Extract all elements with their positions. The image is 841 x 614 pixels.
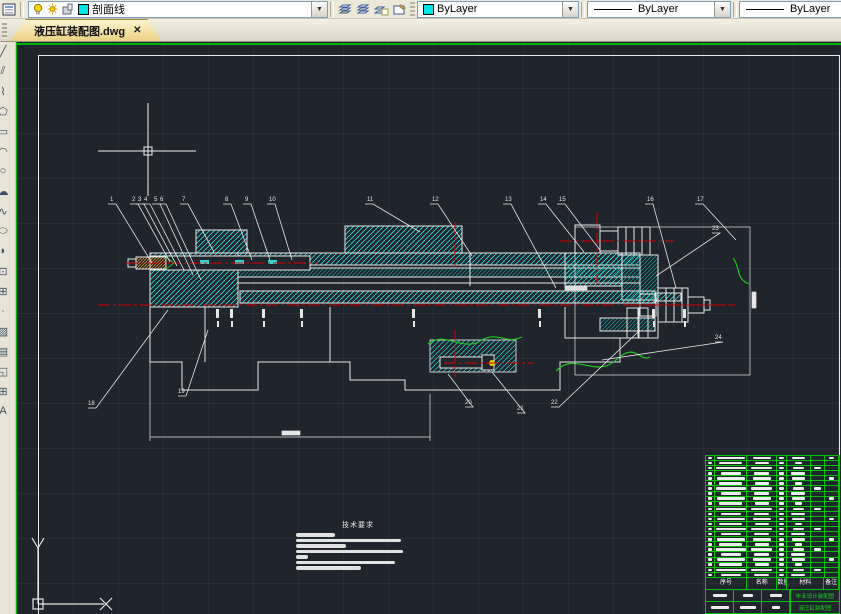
techreq-line (296, 566, 361, 570)
title-block-course: 毕业设计装配图 (791, 590, 839, 602)
title-block-drawing-title: 液压缸装配图 (791, 602, 839, 614)
techreq-line (296, 561, 395, 565)
lineweight-value: ByLayer (790, 3, 830, 15)
layer-name: 剖面线 (92, 1, 125, 17)
make-block-icon[interactable]: ⊞ (0, 281, 13, 301)
circle-icon[interactable]: ○ (0, 161, 13, 181)
layers-properties-toolbar: 剖面线 ▼ ByLayer ▼ ByLayer ▼ (0, 0, 841, 19)
spline-icon[interactable]: ∿ (0, 201, 13, 221)
parts-list-header: 序号名称数量材料备注 (706, 578, 839, 590)
gradient-icon[interactable]: ▤ (0, 341, 13, 361)
rectangle-icon[interactable]: ▭ (0, 121, 13, 141)
layer-settings-button[interactable] (390, 1, 408, 17)
layer-states-manager-button[interactable] (372, 1, 390, 17)
parts-list-header-cell: 备注 (824, 578, 839, 589)
draw-toolbar[interactable]: ╱⫽⌇⬠▭◠○☁∿⬭◗⊡⊞∙▨▤◱⊞A (0, 41, 16, 614)
layer-dropdown[interactable]: 剖面线 ▼ (28, 1, 328, 18)
technical-requirements-heading: 技术要求 (342, 520, 416, 530)
drawing-tab-bar: 液压缸装配图.dwg ✕ (0, 19, 841, 42)
tabbar-grip[interactable] (2, 23, 7, 39)
point-icon[interactable]: ∙ (0, 301, 13, 321)
layer-dropdown-arrow[interactable]: ▼ (311, 2, 327, 17)
sun-icon (47, 3, 58, 15)
layer-manager-icon (2, 3, 16, 16)
color-value: ByLayer (437, 3, 477, 15)
linetype-dropdown[interactable]: ByLayer ▼ (587, 1, 731, 18)
tab-label: 液压缸装配图.dwg (34, 23, 125, 39)
toolbar-separator (330, 2, 334, 17)
layer-color-swatch (78, 4, 89, 15)
toolbar-separator (20, 2, 24, 17)
linetype-value: ByLayer (638, 3, 678, 15)
make-object-layer-current-button[interactable] (336, 1, 354, 17)
linetype-sample (594, 9, 632, 10)
table-icon[interactable]: ⊞ (0, 381, 13, 401)
parts-list-table: 序号名称数量材料备注 毕业设计装配图 液压缸装配图 (705, 455, 840, 614)
mtext-icon[interactable]: A (0, 401, 13, 421)
lineweight-dropdown[interactable]: ByLayer (739, 1, 841, 18)
technical-requirements: 技术要求 (296, 520, 416, 572)
techreq-line (296, 555, 308, 559)
layer-previous-button[interactable] (354, 1, 372, 17)
title-block-fields (706, 590, 791, 614)
polyline-icon[interactable]: ⌇ (0, 81, 13, 101)
lineweight-sample (746, 9, 784, 10)
parts-list-header-cell: 材料 (787, 578, 824, 589)
layer-states-icon (374, 3, 389, 16)
layer-settings-icon (392, 3, 407, 16)
current-color-swatch (423, 4, 434, 15)
title-block-titles: 毕业设计装配图 液压缸装配图 (791, 590, 839, 614)
limits-frame-top (15, 43, 841, 45)
techreq-line (296, 533, 335, 537)
techreq-line (296, 539, 401, 543)
toolbar-drag-grip[interactable] (410, 2, 415, 17)
toolbar-separator (733, 2, 737, 17)
autocad-window: 剖面线 ▼ ByLayer ▼ ByLayer ▼ (0, 0, 841, 614)
polygon-icon[interactable]: ⬠ (0, 101, 13, 121)
color-dropdown[interactable]: ByLayer ▼ (417, 1, 579, 18)
title-block: 毕业设计装配图 液压缸装配图 (706, 590, 839, 614)
color-dropdown-arrow[interactable]: ▼ (562, 2, 578, 17)
hatch-icon[interactable]: ▨ (0, 321, 13, 341)
region-icon[interactable]: ◱ (0, 361, 13, 381)
lock-icon (62, 3, 73, 15)
parts-list-header-cell: 序号 (706, 578, 747, 589)
tab-drawing-file[interactable]: 液压缸装配图.dwg ✕ (10, 19, 161, 41)
ellipse-icon[interactable]: ⬭ (0, 221, 13, 241)
ellipse-arc-icon[interactable]: ◗ (0, 241, 13, 261)
bulb-icon (33, 3, 43, 15)
revcloud-icon[interactable]: ☁ (0, 181, 13, 201)
linetype-dropdown-arrow[interactable]: ▼ (714, 2, 730, 17)
parts-list-header-cell: 名称 (747, 578, 777, 589)
layer-previous-icon (356, 3, 371, 16)
arc-icon[interactable]: ◠ (0, 141, 13, 161)
techreq-line (296, 550, 403, 554)
layer-properties-manager-button[interactable] (0, 1, 18, 17)
toolbar-separator (581, 2, 585, 17)
parts-list-rows (706, 456, 839, 578)
techreq-line (296, 544, 346, 548)
make-layer-current-icon (338, 3, 353, 16)
insert-block-icon[interactable]: ⊡ (0, 261, 13, 281)
parts-list-header-cell: 数量 (777, 578, 787, 589)
construction-line-icon[interactable]: ⫽ (0, 61, 13, 81)
line-icon[interactable]: ╱ (0, 41, 13, 61)
tab-close-icon[interactable]: ✕ (133, 25, 141, 36)
